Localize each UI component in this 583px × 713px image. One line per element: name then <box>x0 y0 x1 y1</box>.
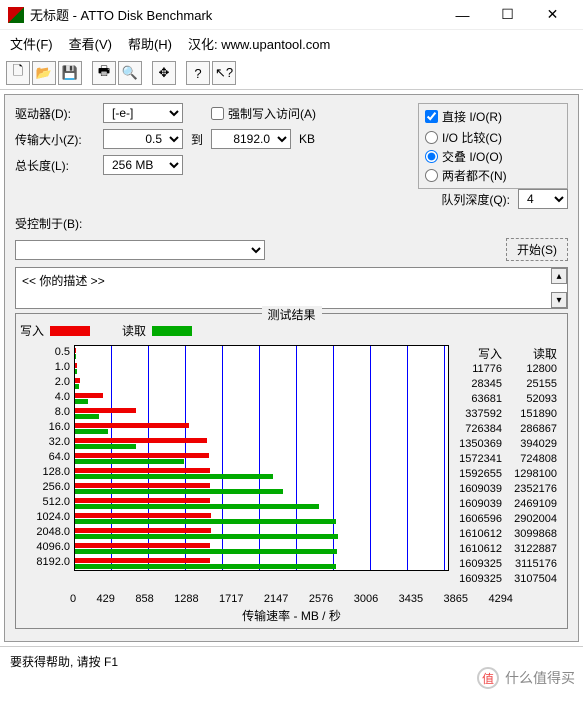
neither-radio[interactable]: 两者都不(N) <box>425 167 561 184</box>
chart-bars <box>74 345 449 571</box>
save-icon[interactable]: 💾 <box>58 61 82 85</box>
io-compare-radio[interactable]: I/O 比较(C) <box>425 129 561 146</box>
total-label: 总长度(L): <box>15 157 95 174</box>
menu-translation: 汉化: www.upantool.com <box>188 34 330 53</box>
window-title: 无标题 - ATTO Disk Benchmark <box>30 5 440 24</box>
transfer-label: 传输大小(Z): <box>15 131 95 148</box>
titlebar: 无标题 - ATTO Disk Benchmark — ☐ ✕ <box>0 0 583 30</box>
chart-data-table: 写入读取 11776128002834525155636815209333759… <box>449 345 559 587</box>
start-button[interactable]: 开始(S) <box>506 238 568 261</box>
settings-panel: 驱动器(D): [-e-] 强制写入访问(A) 传输大小(Z): 0.5 到 8… <box>4 94 579 642</box>
results-fieldset: 测试结果 写入 读取 0.51.02.04.08.016.032.064.012… <box>15 313 568 629</box>
legend-read-label: 读取 <box>122 322 146 339</box>
maximize-button[interactable]: ☐ <box>485 1 530 29</box>
preview-icon[interactable]: 🔍 <box>118 61 142 85</box>
menu-file[interactable]: 文件(F) <box>10 34 53 53</box>
chart-y-labels: 0.51.02.04.08.016.032.064.0128.0256.0512… <box>24 345 74 587</box>
controlled-label: 受控制于(B): <box>15 215 82 232</box>
legend-read-swatch <box>152 326 192 336</box>
scroll-down-icon[interactable]: ▾ <box>551 292 567 308</box>
print-icon[interactable]: 🖶 <box>92 61 116 85</box>
kb-label: KB <box>299 132 315 146</box>
queue-depth-label: 队列深度(Q): <box>441 191 510 208</box>
force-write-checkbox[interactable]: 强制写入访问(A) <box>211 105 316 122</box>
toolbar: 🗋 📂 💾 🖶 🔍 ✥ ? ↖? <box>0 57 583 90</box>
overlap-io-radio[interactable]: 交叠 I/O(O) <box>425 148 561 165</box>
scroll-up-icon[interactable]: ▴ <box>551 268 567 284</box>
legend-write-label: 写入 <box>20 322 44 339</box>
watermark-icon: 值 <box>477 667 499 689</box>
menu-view[interactable]: 查看(V) <box>69 34 112 53</box>
minimize-button[interactable]: — <box>440 1 485 29</box>
total-select[interactable]: 256 MB <box>103 155 183 175</box>
new-icon[interactable]: 🗋 <box>6 61 30 85</box>
whatsthis-icon[interactable]: ↖? <box>212 61 236 85</box>
to-label: 到 <box>191 131 203 148</box>
description-input[interactable]: << 你的描述 >> ▴ ▾ <box>15 267 568 309</box>
app-icon <box>8 7 24 23</box>
legend-write-swatch <box>50 326 90 336</box>
transfer-from-select[interactable]: 0.5 <box>103 129 183 149</box>
help-icon[interactable]: ? <box>186 61 210 85</box>
queue-depth-select[interactable]: 4 <box>518 189 568 209</box>
results-legend: 测试结果 <box>261 306 321 323</box>
drive-select[interactable]: [-e-] <box>103 103 183 123</box>
drive-label: 驱动器(D): <box>15 105 95 122</box>
chart-x-axis: 042985812881717214725763006343538654294 <box>20 591 563 605</box>
transfer-to-select[interactable]: 8192.0 <box>211 129 291 149</box>
chart-x-label: 传输速率 - MB / 秒 <box>20 607 563 624</box>
watermark: 值 什么值得买 <box>477 667 575 689</box>
menu-help[interactable]: 帮助(H) <box>128 34 172 53</box>
open-icon[interactable]: 📂 <box>32 61 56 85</box>
controlled-select[interactable] <box>15 240 265 260</box>
close-button[interactable]: ✕ <box>530 1 575 29</box>
move-icon[interactable]: ✥ <box>152 61 176 85</box>
direct-io-checkbox[interactable]: 直接 I/O(R) <box>425 108 561 125</box>
menubar: 文件(F) 查看(V) 帮助(H) 汉化: www.upantool.com <box>0 30 583 57</box>
